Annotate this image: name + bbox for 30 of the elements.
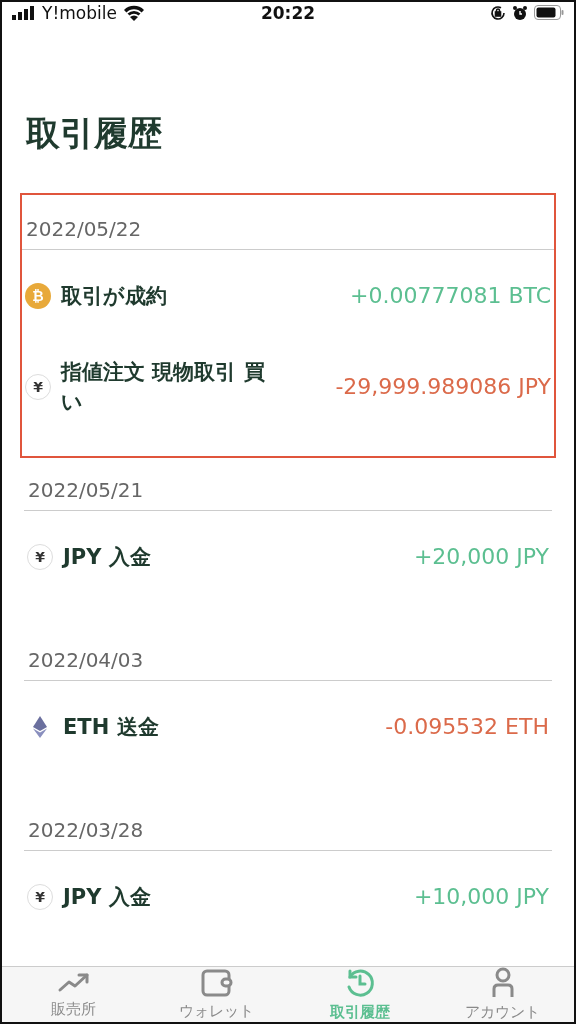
date-header: 2022/04/03 bbox=[27, 647, 145, 674]
clock-time: 20:22 bbox=[260, 2, 316, 23]
page-title: 取引履歴 bbox=[26, 112, 163, 155]
tab[interactable]: 販売所 bbox=[2, 967, 145, 1022]
transaction-amount: +10,000 JPY bbox=[413, 884, 549, 909]
transaction-amount: +20,000 JPY bbox=[413, 544, 549, 569]
transaction-amount: +0.00777081 BTC bbox=[350, 283, 551, 308]
date-header: 2022/05/21 bbox=[27, 477, 145, 504]
tab[interactable]: ウォレット bbox=[145, 967, 288, 1022]
date-header: 2022/03/28 bbox=[27, 817, 145, 844]
wifi-icon bbox=[122, 4, 145, 21]
transaction-amount: -0.095532 ETH bbox=[385, 714, 549, 739]
transaction-label: JPY 入金 bbox=[63, 543, 151, 571]
rotation-lock-icon bbox=[490, 4, 506, 21]
alarm-icon bbox=[512, 4, 528, 21]
transaction-label: 指値注文 現物取引 買い bbox=[61, 358, 266, 416]
bitcoin-icon: ₿ bbox=[25, 282, 51, 309]
tab[interactable]: 取引履歴 bbox=[288, 967, 431, 1022]
signal-icon bbox=[12, 5, 36, 20]
carrier-name: Y!mobile bbox=[42, 2, 117, 23]
tab[interactable]: アカウント bbox=[431, 967, 574, 1022]
yen-icon: ¥ bbox=[27, 883, 53, 910]
date-header: 2022/05/22 bbox=[25, 216, 143, 243]
yen-icon: ¥ bbox=[25, 373, 51, 400]
transaction-amount: -29,999.989086 JPY bbox=[335, 374, 551, 399]
battery-icon bbox=[534, 5, 564, 20]
transaction-label: 取引が成約 bbox=[61, 282, 167, 310]
transaction-label: JPY 入金 bbox=[63, 883, 151, 911]
yen-icon: ¥ bbox=[27, 543, 53, 570]
transaction-label: ETH 送金 bbox=[63, 713, 159, 741]
